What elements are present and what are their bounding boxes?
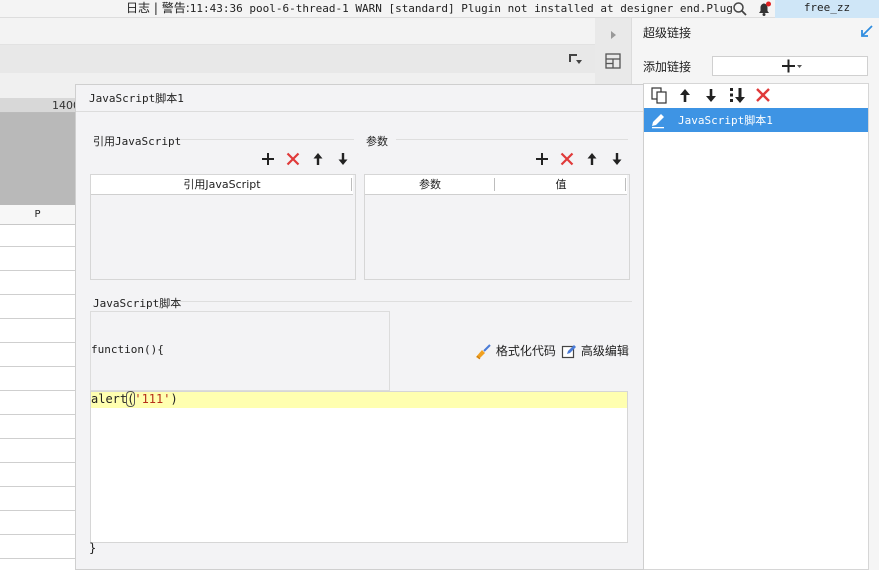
row-divider [0, 366, 75, 367]
search-icon[interactable] [732, 1, 748, 17]
hyperlink-list [643, 83, 869, 570]
code-function: alert [91, 392, 128, 406]
divider [76, 111, 643, 112]
code-paren-close: ) [170, 392, 178, 406]
sort-icon[interactable] [728, 86, 746, 104]
log-label[interactable]: 日志 [126, 1, 150, 15]
column-header[interactable]: 引用JavaScript [183, 178, 260, 191]
log-text: 11:43:36 pool-6-thread-1 WARN [standard]… [189, 2, 732, 15]
row-divider [0, 486, 75, 487]
move-down-icon[interactable] [702, 86, 720, 104]
dropdown-icon[interactable] [568, 52, 584, 66]
move-up-icon[interactable] [584, 151, 600, 167]
remove-icon[interactable] [559, 151, 575, 167]
divider [180, 301, 632, 302]
plus-icon [782, 59, 802, 73]
code-editor[interactable] [90, 391, 628, 543]
advanced-edit-button[interactable]: 高级编辑 [561, 342, 629, 360]
add-icon[interactable] [260, 151, 276, 167]
sheet-grey-area [0, 113, 75, 205]
dialog-title: JavaScript脚本1 [89, 92, 184, 105]
params-section-title: 参数 [366, 135, 388, 148]
hyperlink-toolbar [644, 84, 868, 108]
row-divider [0, 558, 75, 559]
log-message[interactable]: 日志 | 警告:11:43:36 pool-6-thread-1 WARN [s… [126, 0, 732, 18]
separator: | [153, 1, 158, 15]
function-closing: } [89, 541, 97, 555]
row-divider [0, 294, 75, 295]
divider [180, 139, 354, 140]
script-section-title: JavaScript脚本 [93, 297, 182, 310]
column-header[interactable]: 值 [495, 175, 627, 195]
user-tab[interactable]: free_zz [775, 0, 879, 18]
row-divider [0, 318, 75, 319]
broom-icon [476, 343, 491, 359]
move-up-icon[interactable] [676, 86, 694, 104]
row-divider [0, 246, 75, 247]
add-icon[interactable] [534, 151, 550, 167]
move-up-icon[interactable] [310, 151, 326, 167]
row-divider [0, 438, 75, 439]
advanced-edit-label: 高级编辑 [580, 344, 629, 358]
move-down-icon[interactable] [335, 151, 351, 167]
row-divider [0, 414, 75, 415]
column-header[interactable]: P [0, 205, 75, 225]
remove-icon[interactable] [285, 151, 301, 167]
add-link-dropdown[interactable] [712, 56, 868, 76]
row-divider [0, 390, 75, 391]
row-divider [0, 534, 75, 535]
panel-title: 超级链接 [643, 26, 692, 40]
copy-icon[interactable] [650, 86, 668, 104]
format-code-label: 格式化代码 [495, 344, 556, 358]
table-header: 引用JavaScript [91, 175, 353, 195]
add-link-label: 添加链接 [643, 60, 692, 74]
row-divider [0, 510, 75, 511]
designer-toolbar-secondary [0, 45, 595, 73]
params-table[interactable]: 参数 值 [364, 174, 630, 280]
code-line[interactable]: alert('111') [91, 391, 178, 407]
row-divider [0, 342, 75, 343]
bell-icon[interactable] [756, 1, 772, 17]
param-column-label: 参数 [419, 178, 441, 191]
advanced-edit-icon [561, 344, 576, 358]
code-string: '111' [134, 392, 171, 406]
sheet-rows[interactable] [0, 225, 75, 570]
move-down-icon[interactable] [609, 151, 625, 167]
column-header[interactable]: 参数 [365, 175, 495, 195]
divider [396, 139, 628, 140]
value-column-label: 值 [555, 178, 567, 191]
function-header: function(){ [91, 343, 164, 356]
collapse-icon[interactable] [860, 24, 874, 38]
column-separator [351, 178, 352, 191]
column-separator [625, 178, 626, 191]
ref-js-section-title: 引用JavaScript [93, 135, 182, 148]
row-divider [0, 270, 75, 271]
expand-arrow-icon[interactable] [606, 28, 620, 42]
warn-label: 警告: [161, 1, 190, 15]
ref-js-table[interactable]: 引用JavaScript [90, 174, 356, 280]
format-code-button[interactable]: 格式化代码 [474, 342, 556, 360]
edit-icon[interactable] [649, 111, 667, 129]
hyperlink-item-label[interactable]: JavaScript脚本1 [678, 112, 773, 128]
row-divider [0, 462, 75, 463]
widget-grid-icon[interactable] [604, 52, 622, 70]
designer-toolbar [0, 18, 595, 45]
delete-icon[interactable] [754, 86, 772, 104]
